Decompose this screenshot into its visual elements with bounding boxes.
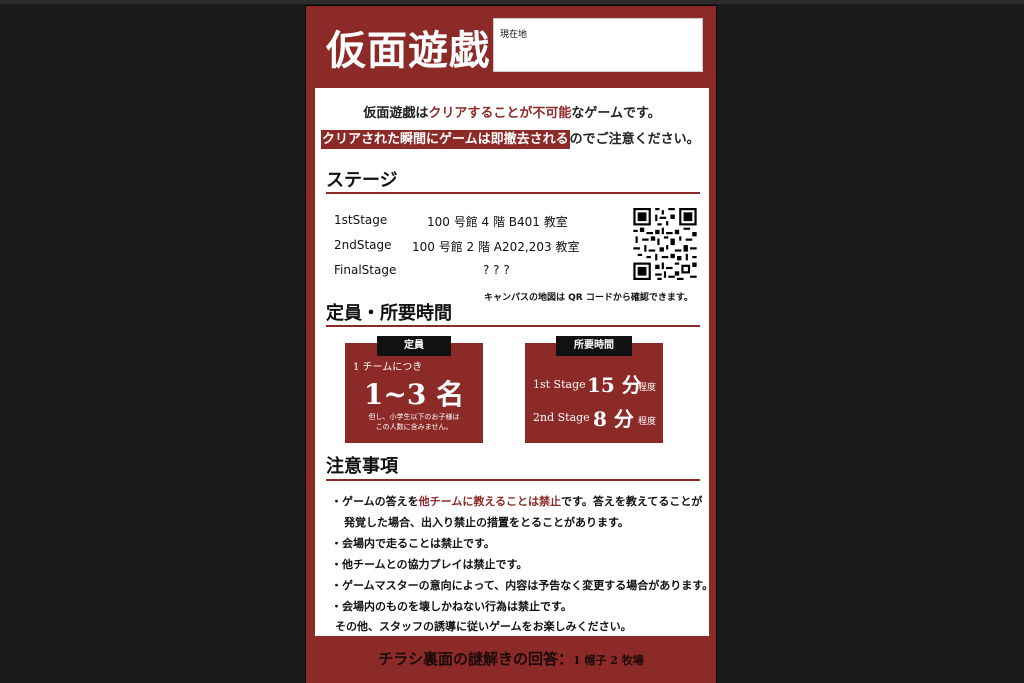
stage-name: 1stStage xyxy=(334,213,388,227)
duration-suffix: 程度 xyxy=(638,417,657,427)
capacity-note-line: この人数に含みません。 xyxy=(375,423,453,431)
rule-item: ・会場内のものを壊しかねない行為は禁止です。 xyxy=(331,600,572,613)
duration-stage: 1st Stage xyxy=(533,378,586,391)
intro-text: のでご注意ください。 xyxy=(569,132,700,147)
intro-warning-highlight: クリアされた瞬間にゲームは即撤去される xyxy=(321,130,570,149)
rule-text: ・ゲームの答えを xyxy=(331,495,419,508)
footer-answer: チラシ裏面の謎解きの回答：1 帽子 2 牧場 xyxy=(306,648,716,669)
capacity-heading: 定員・所要時間 xyxy=(326,303,452,324)
stage-place: 100 号館 4 階 B401 教室 xyxy=(427,215,568,229)
qr-note: キャンパスの地図は QR コードから確認できます。 xyxy=(484,293,693,303)
duration-stage: 2nd Stage xyxy=(533,411,590,424)
footer-text: チラシ裏面の謎解きの回答： xyxy=(378,650,573,668)
rule-item: ・会場内で走ることは禁止です。 xyxy=(331,537,495,550)
duration-minutes: 8 分 xyxy=(593,407,634,431)
intro-text: 仮面遊戯は xyxy=(363,106,429,121)
capacity-note-line: 但し、小学生以下のお子様は xyxy=(368,413,460,421)
duration-card: 1st Stage 15 分 程度 2nd Stage 8 分 程度 xyxy=(525,343,663,443)
capacity-tab: 定員 xyxy=(377,336,451,356)
rule-closing: その他、スタッフの誘導に従いゲームをお楽しみください。 xyxy=(335,620,632,633)
duration-minutes: 15 分 xyxy=(587,373,642,397)
stage-place: 100 号館 2 階 A202,203 教室 xyxy=(412,240,580,254)
flyer-title: 仮面遊戯 xyxy=(326,27,490,74)
stage-name: 2ndStage xyxy=(334,238,392,252)
qr-code-icon[interactable] xyxy=(633,208,697,280)
footer-answer-value: 1 帽子 2 牧場 xyxy=(572,654,644,667)
capacity-card: 1 チームにつき 1~3 名 但し、小学生以下のお子様は この人数に含みません。 xyxy=(345,343,483,443)
rule-item: ・ゲームマスターの意向によって、内容は予告なく変更する場合があります。 xyxy=(331,579,714,592)
rule-highlight: 他チームに教えることは禁止 xyxy=(418,495,562,508)
window-top-border xyxy=(0,0,1024,4)
stage-divider xyxy=(326,192,700,194)
capacity-count: 1~3 名 xyxy=(363,378,465,411)
content-panel: 仮面遊戯はクリアすることが不可能なゲームです。 クリアされた瞬間にゲームは即撤去… xyxy=(315,88,713,636)
location-label: 現在地 xyxy=(500,30,528,40)
notes-divider xyxy=(326,479,700,481)
intro-line-1: 仮面遊戯はクリアすることが不可能なゲームです。 xyxy=(315,102,709,121)
per-team-label: 1 チームにつき xyxy=(353,362,423,373)
rule-item: ・他チームとの協力プレイは禁止です。 xyxy=(331,558,528,571)
duration-tab: 所要時間 xyxy=(556,336,632,356)
intro-line-2: クリアされた瞬間にゲームは即撤去されるのでご注意ください。 xyxy=(321,128,700,149)
capacity-note: 但し、小学生以下のお子様は この人数に含みません。 xyxy=(345,412,483,432)
stage-heading: ステージ xyxy=(326,170,398,191)
duration-suffix: 程度 xyxy=(638,383,657,393)
intro-text: なゲームです。 xyxy=(571,106,661,121)
location-box: 現在地 xyxy=(493,18,703,72)
intro-highlight: クリアすることが不可能 xyxy=(428,106,572,121)
rule-item-continued: 発覚した場合、出入り禁止の措置をとることがあります。 xyxy=(344,516,629,529)
rule-text: です。答えを教えてることが xyxy=(561,495,703,508)
flyer: 仮面遊戯 現在地 仮面遊戯はクリアすることが不可能なゲームです。 クリアされた瞬… xyxy=(306,6,716,683)
stage-place: ? ? ? xyxy=(483,263,510,277)
notes-heading: 注意事項 xyxy=(326,456,398,477)
rule-item: ・ゲームの答えを他チームに教えることは禁止です。答えを教えてることが xyxy=(331,493,702,509)
capacity-divider xyxy=(326,325,700,327)
stage-name: FinalStage xyxy=(334,263,397,277)
